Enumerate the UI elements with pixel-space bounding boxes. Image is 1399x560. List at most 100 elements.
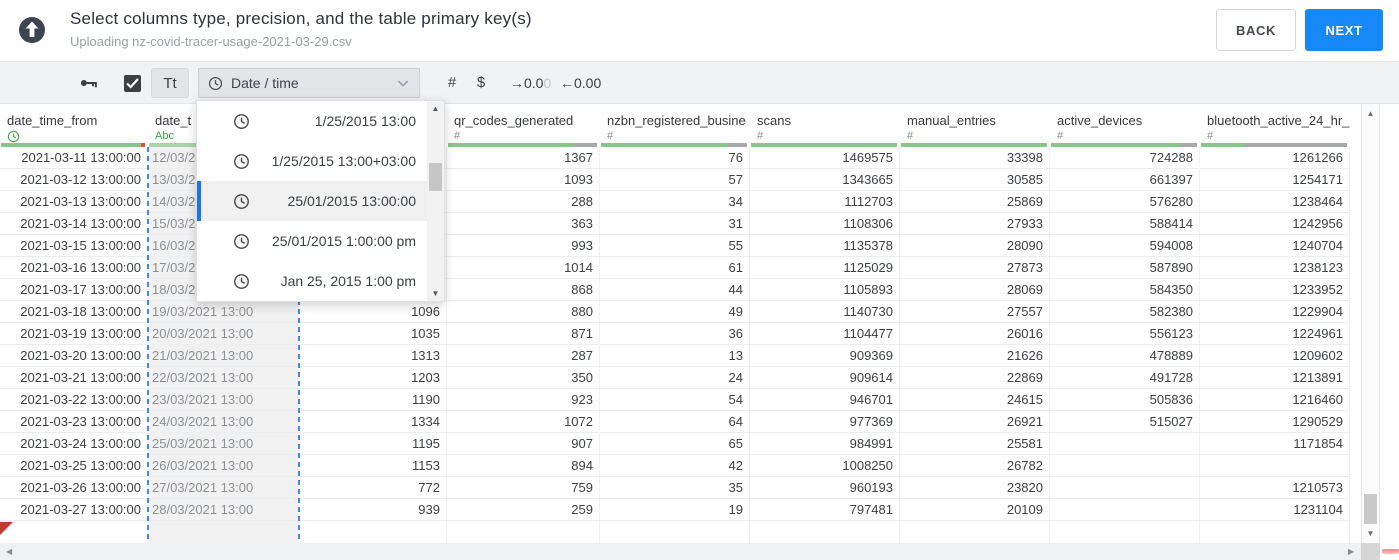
table-cell[interactable]: 491728 — [1050, 367, 1200, 389]
table-cell[interactable]: 55 — [600, 235, 750, 257]
table-cell[interactable]: 21626 — [900, 345, 1050, 367]
table-cell[interactable]: 1104477 — [750, 323, 900, 345]
table-cell[interactable]: 25581 — [900, 433, 1050, 455]
table-cell[interactable]: 350 — [447, 367, 600, 389]
table-cell[interactable]: 2021-03-12 13:00:00 — [0, 169, 148, 191]
table-cell[interactable]: 2021-03-15 13:00:00 — [0, 235, 148, 257]
table-cell[interactable]: 2021-03-16 13:00:00 — [0, 257, 148, 279]
table-cell[interactable] — [1050, 455, 1200, 477]
table-cell[interactable] — [299, 521, 447, 543]
table-cell[interactable]: 960193 — [750, 477, 900, 499]
table-cell[interactable]: 923 — [447, 389, 600, 411]
table-cell[interactable]: 363 — [447, 213, 600, 235]
table-cell[interactable]: 1343665 — [750, 169, 900, 191]
table-cell[interactable]: 49 — [600, 301, 750, 323]
table-cell[interactable]: 19 — [600, 499, 750, 521]
table-cell[interactable]: 33398 — [900, 147, 1050, 169]
table-cell[interactable]: 27873 — [900, 257, 1050, 279]
table-cell[interactable]: 1171854 — [1200, 433, 1350, 455]
table-cell[interactable]: 1216460 — [1200, 389, 1350, 411]
table-cell[interactable]: 2021-03-22 13:00:00 — [0, 389, 148, 411]
table-cell[interactable]: 42 — [600, 455, 750, 477]
text-type-button[interactable]: Tt — [151, 68, 189, 98]
table-cell[interactable]: 2021-03-18 13:00:00 — [0, 301, 148, 323]
table-cell[interactable] — [1050, 499, 1200, 521]
table-cell[interactable]: 26782 — [900, 455, 1050, 477]
dropdown-scroll-thumb[interactable] — [429, 163, 442, 191]
table-cell[interactable]: 1290529 — [1200, 411, 1350, 433]
table-cell[interactable]: 661397 — [1050, 169, 1200, 191]
table-cell[interactable]: 576280 — [1050, 191, 1200, 213]
table-cell[interactable]: 1209602 — [1200, 345, 1350, 367]
table-cell[interactable]: 1096 — [299, 301, 447, 323]
back-button[interactable]: BACK — [1216, 9, 1296, 51]
increase-precision-button[interactable]: →0.00 — [510, 62, 551, 104]
table-cell[interactable]: 1261266 — [1200, 147, 1350, 169]
table-cell[interactable]: 64 — [600, 411, 750, 433]
table-cell[interactable]: 909369 — [750, 345, 900, 367]
table-cell[interactable]: 22/03/2021 13:00 — [148, 367, 299, 389]
table-cell[interactable]: 871 — [447, 323, 600, 345]
table-cell[interactable]: 1125029 — [750, 257, 900, 279]
table-cell[interactable]: 22869 — [900, 367, 1050, 389]
scroll-up-arrow-icon[interactable]: ▲ — [1362, 109, 1379, 118]
table-cell[interactable]: 880 — [447, 301, 600, 323]
table-cell[interactable]: 28069 — [900, 279, 1050, 301]
table-cell[interactable]: 1035 — [299, 323, 447, 345]
scroll-right-arrow-icon[interactable]: ▶ — [1348, 547, 1354, 556]
table-cell[interactable]: 2021-03-17 13:00:00 — [0, 279, 148, 301]
table-cell[interactable]: 1210573 — [1200, 477, 1350, 499]
table-cell[interactable]: 23/03/2021 13:00 — [148, 389, 299, 411]
vertical-scrollbar[interactable]: ▲ ▼ — [1361, 104, 1380, 543]
table-cell[interactable]: 1190 — [299, 389, 447, 411]
table-cell[interactable]: 1072 — [447, 411, 600, 433]
table-cell[interactable]: 61 — [600, 257, 750, 279]
table-cell[interactable]: 1233952 — [1200, 279, 1350, 301]
table-cell[interactable]: 25/03/2021 13:00 — [148, 433, 299, 455]
table-cell[interactable]: 1008250 — [750, 455, 900, 477]
table-cell[interactable]: 1238464 — [1200, 191, 1350, 213]
table-cell[interactable]: 1313 — [299, 345, 447, 367]
column-header[interactable]: qr_codes_generated # — [447, 104, 600, 147]
column-header[interactable]: active_devices # — [1050, 104, 1200, 147]
table-cell[interactable]: 24615 — [900, 389, 1050, 411]
table-cell[interactable]: 1195 — [299, 433, 447, 455]
next-button[interactable]: NEXT — [1305, 9, 1383, 51]
table-cell[interactable]: 587890 — [1050, 257, 1200, 279]
table-cell[interactable] — [148, 521, 299, 543]
table-cell[interactable]: 1240704 — [1200, 235, 1350, 257]
table-cell[interactable]: 30585 — [900, 169, 1050, 191]
dropdown-scroll-up-icon[interactable]: ▲ — [427, 104, 444, 113]
table-cell[interactable]: 1153 — [299, 455, 447, 477]
table-cell[interactable]: 582380 — [1050, 301, 1200, 323]
table-cell[interactable]: 939 — [299, 499, 447, 521]
table-cell[interactable]: 505836 — [1050, 389, 1200, 411]
table-cell[interactable]: 2021-03-25 13:00:00 — [0, 455, 148, 477]
decrease-precision-button[interactable]: ←0.00 — [560, 62, 601, 104]
table-cell[interactable]: 946701 — [750, 389, 900, 411]
table-cell[interactable]: 76 — [600, 147, 750, 169]
table-cell[interactable]: 868 — [447, 279, 600, 301]
dropdown-scroll-down-icon[interactable]: ▼ — [427, 289, 444, 298]
format-option[interactable]: 1/25/2015 13:00+03:00 — [197, 141, 428, 181]
table-cell[interactable]: 24 — [600, 367, 750, 389]
table-cell[interactable]: 1254171 — [1200, 169, 1350, 191]
table-cell[interactable]: 27557 — [900, 301, 1050, 323]
column-header[interactable]: bluetooth_active_24_hr_ # — [1200, 104, 1350, 147]
table-cell[interactable]: 1231104 — [1200, 499, 1350, 521]
dropdown-scrollbar[interactable]: ▲ ▼ — [427, 101, 444, 301]
currency-type-button[interactable]: $ — [473, 62, 489, 104]
vertical-scroll-thumb[interactable] — [1364, 494, 1377, 524]
table-cell[interactable]: 23820 — [900, 477, 1050, 499]
table-cell[interactable]: 1242956 — [1200, 213, 1350, 235]
table-cell[interactable]: 1135378 — [750, 235, 900, 257]
table-cell[interactable]: 1108306 — [750, 213, 900, 235]
table-cell[interactable]: 2021-03-21 13:00:00 — [0, 367, 148, 389]
table-cell[interactable]: 1469575 — [750, 147, 900, 169]
table-cell[interactable]: 588414 — [1050, 213, 1200, 235]
table-cell[interactable]: 772 — [299, 477, 447, 499]
table-cell[interactable]: 894 — [447, 455, 600, 477]
number-type-button[interactable]: # — [442, 62, 462, 104]
format-option[interactable]: 25/01/2015 1:00:00 pm — [197, 221, 428, 261]
table-cell[interactable]: 993 — [447, 235, 600, 257]
